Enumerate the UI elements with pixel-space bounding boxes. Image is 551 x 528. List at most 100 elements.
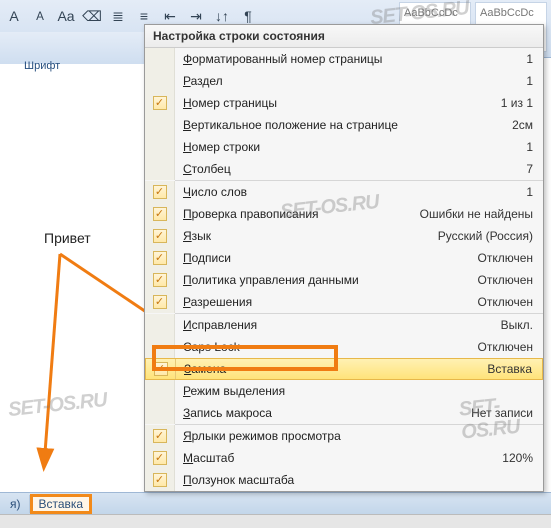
context-menu-item[interactable]: Номер строки1 bbox=[145, 136, 543, 158]
context-menu-item[interactable]: ✓ Масштаб120% bbox=[145, 447, 543, 469]
context-menu-item-value: 2см bbox=[504, 118, 533, 132]
check-icon: ✓ bbox=[153, 207, 167, 221]
context-menu-item-value: 7 bbox=[518, 162, 533, 176]
context-menu-item-value: Нет записи bbox=[463, 406, 533, 420]
context-menu-item[interactable]: ✓ Ползунок масштаба bbox=[145, 469, 543, 491]
context-menu-item-label: Замена bbox=[176, 362, 479, 376]
context-menu-item[interactable]: Режим выделения bbox=[145, 380, 543, 402]
context-menu-item[interactable]: ✓ Номер страницы1 из 1 bbox=[145, 92, 543, 114]
checkmark-column bbox=[145, 158, 175, 180]
check-icon: ✓ bbox=[153, 295, 167, 309]
context-menu-item-label: Запись макроса bbox=[175, 406, 463, 420]
context-menu-item-label: Масштаб bbox=[175, 451, 494, 465]
context-menu-item[interactable]: ИсправленияВыкл. bbox=[145, 314, 543, 336]
context-menu-item-label: Исправления bbox=[175, 318, 493, 332]
checkmark-column: ✓ bbox=[145, 269, 175, 291]
context-menu-item-value: Русский (Россия) bbox=[430, 229, 533, 243]
change-case-icon[interactable]: Aa bbox=[56, 6, 76, 26]
context-menu-item-label: Разрешения bbox=[175, 295, 469, 309]
list-numbers-icon[interactable]: ≡ bbox=[134, 6, 154, 26]
context-menu-item-label: Ярлыки режимов просмотра bbox=[175, 429, 525, 443]
ribbon-icons-row1: A A Aa ⌫ ≣ ≡ ⇤ ⇥ ↓↑ ¶ bbox=[4, 6, 258, 26]
context-menu-item-label: Проверка правописания bbox=[175, 207, 412, 221]
context-menu-item[interactable]: ✓ Ярлыки режимов просмотра bbox=[145, 425, 543, 447]
status-segment-overtype[interactable]: Вставка bbox=[30, 494, 93, 514]
checkmark-column: ✓ bbox=[145, 447, 175, 469]
context-menu-item-label: Caps Lock bbox=[175, 340, 469, 354]
check-icon: ✓ bbox=[153, 185, 167, 199]
checkmark-column bbox=[145, 114, 175, 136]
checkmark-column: ✓ bbox=[145, 469, 175, 491]
context-menu-item[interactable]: ✓ ЗаменаВставка bbox=[145, 358, 543, 380]
checkmark-column: ✓ bbox=[145, 225, 175, 247]
clear-format-icon[interactable]: ⌫ bbox=[82, 6, 102, 26]
checkmark-column bbox=[145, 48, 175, 70]
context-menu-item-value: 1 bbox=[518, 74, 533, 88]
checkmark-column bbox=[145, 314, 175, 336]
list-bullets-icon[interactable]: ≣ bbox=[108, 6, 128, 26]
shrink-font-icon[interactable]: A bbox=[30, 6, 50, 26]
checkmark-column bbox=[145, 70, 175, 92]
status-segment-language[interactable]: я) bbox=[2, 495, 30, 513]
indent-left-icon[interactable]: ⇤ bbox=[160, 6, 180, 26]
context-menu-item-label: Раздел bbox=[175, 74, 518, 88]
checkmark-column bbox=[145, 336, 175, 358]
context-menu-item-value: Отключен bbox=[469, 273, 533, 287]
context-menu-item-value: 1 bbox=[518, 185, 533, 199]
context-menu-item-label: Язык bbox=[175, 229, 430, 243]
context-menu-item-label: Вертикальное положение на странице bbox=[175, 118, 504, 132]
status-bar: я) Вставка bbox=[0, 492, 551, 514]
context-menu-item-value: Отключен bbox=[469, 251, 533, 265]
context-menu-item[interactable]: Вертикальное положение на странице2см bbox=[145, 114, 543, 136]
checkmark-column: ✓ bbox=[146, 359, 176, 379]
context-menu-item[interactable]: Caps LockОтключен bbox=[145, 336, 543, 358]
grow-font-icon[interactable]: A bbox=[4, 6, 24, 26]
context-menu-item-label: Номер строки bbox=[175, 140, 518, 154]
checkmark-column: ✓ bbox=[145, 181, 175, 203]
context-menu-item[interactable]: ✓Политика управления даннымиОтключен bbox=[145, 269, 543, 291]
context-menu-item[interactable]: ✓ Проверка правописанияОшибки не найдены bbox=[145, 203, 543, 225]
sort-icon[interactable]: ↓↑ bbox=[212, 6, 232, 26]
context-menu-item[interactable]: ✓ ЯзыкРусский (Россия) bbox=[145, 225, 543, 247]
checkmark-column: ✓ bbox=[145, 92, 175, 114]
check-icon: ✓ bbox=[153, 251, 167, 265]
context-menu-item[interactable]: Форматированный номер страницы1 bbox=[145, 48, 543, 70]
context-menu-item-value: 120% bbox=[494, 451, 533, 465]
context-menu-item[interactable]: ✓ РазрешенияОтключен bbox=[145, 291, 543, 313]
checkmark-column bbox=[145, 136, 175, 158]
document-text: Привет bbox=[44, 230, 91, 246]
context-menu-item-label: Номер страницы bbox=[175, 96, 493, 110]
check-icon: ✓ bbox=[153, 429, 167, 443]
checkmark-column: ✓ bbox=[145, 203, 175, 225]
context-menu-item[interactable]: Раздел1 bbox=[145, 70, 543, 92]
context-menu-item-label: Режим выделения bbox=[175, 384, 525, 398]
check-icon: ✓ bbox=[153, 473, 167, 487]
indent-right-icon[interactable]: ⇥ bbox=[186, 6, 206, 26]
context-menu-item-value: Отключен bbox=[469, 340, 533, 354]
context-menu-title: Настройка строки состояния bbox=[145, 25, 543, 48]
checkmark-column: ✓ bbox=[145, 291, 175, 313]
check-icon: ✓ bbox=[153, 96, 167, 110]
context-menu-item-label: Ползунок масштаба bbox=[175, 473, 525, 487]
check-icon: ✓ bbox=[154, 362, 168, 376]
context-menu-item[interactable]: ✓ ПодписиОтключен bbox=[145, 247, 543, 269]
check-icon: ✓ bbox=[153, 451, 167, 465]
context-menu-item-value: Вставка bbox=[479, 362, 532, 376]
context-menu-item-value: Отключен bbox=[469, 295, 533, 309]
bottom-gray-bar bbox=[0, 514, 551, 528]
context-menu-item-value: 1 из 1 bbox=[493, 96, 533, 110]
check-icon: ✓ bbox=[153, 229, 167, 243]
context-menu-body: Форматированный номер страницы1Раздел1✓Н… bbox=[145, 48, 543, 491]
checkmark-column: ✓ bbox=[145, 425, 175, 447]
context-menu-item-label: Политика управления данными bbox=[175, 273, 469, 287]
context-menu-item-label: Столбец bbox=[175, 162, 518, 176]
context-menu-item[interactable]: ✓Число слов1 bbox=[145, 181, 543, 203]
context-menu-item[interactable]: Запись макросаНет записи bbox=[145, 402, 543, 424]
paragraph-marks-icon[interactable]: ¶ bbox=[238, 6, 258, 26]
checkmark-column bbox=[145, 402, 175, 424]
context-menu-item-label: Подписи bbox=[175, 251, 469, 265]
context-menu-item-label: Форматированный номер страницы bbox=[175, 52, 518, 66]
context-menu-item-value: Ошибки не найдены bbox=[412, 207, 533, 221]
context-menu-item-value: 1 bbox=[518, 140, 533, 154]
context-menu-item[interactable]: Столбец7 bbox=[145, 158, 543, 180]
